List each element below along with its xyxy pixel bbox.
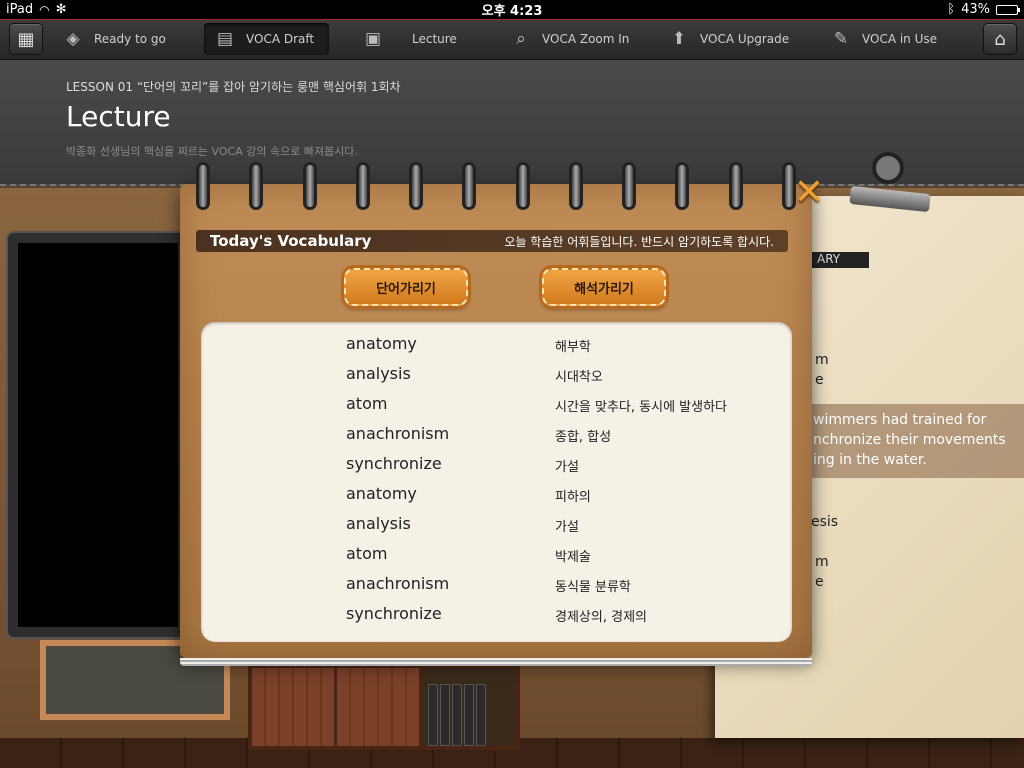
list-item: anachronism 종합, 합성 — [201, 418, 792, 448]
activity-spinner-icon: ✻ — [55, 2, 67, 17]
vocabulary-notebook: ✕ Today's Vocabulary 오늘 학습한 어휘들입니다. 반드시 … — [180, 162, 824, 666]
toolbar-item-voca-upgrade[interactable]: ⬆ VOCA Upgrade — [658, 23, 799, 55]
home-button[interactable]: ⌂ — [983, 23, 1017, 55]
binder-clip — [844, 152, 931, 222]
toolbar-item-voca-zoom-in[interactable]: ⌕ VOCA Zoom In — [500, 23, 639, 55]
close-button[interactable]: ✕ — [792, 175, 826, 211]
vocab-word: atom — [346, 544, 388, 563]
toolbar-item-label: Lecture — [412, 32, 457, 46]
vocab-word: anachronism — [346, 424, 450, 443]
vocab-word: analysis — [346, 514, 411, 533]
list-item: anatomy 해부학 — [201, 328, 792, 358]
top-toolbar: ▦ ◈ Ready to go ▤ VOCA Draft ▣ Lecture ⌕… — [0, 20, 1024, 60]
list-item: atom 박제술 — [201, 538, 792, 568]
bluetooth-icon: ᛒ — [947, 2, 956, 17]
lesson-description: 박종화 선생님의 핵심을 찌르는 VOCA 강의 속으로 빠져봅시다. — [66, 145, 358, 158]
toolbar-item-lecture[interactable]: ▣ Lecture — [352, 23, 467, 55]
sheet-header-bar: ARY — [811, 252, 869, 268]
vocab-word: anatomy — [346, 334, 417, 353]
toolbar-item-ready-to-go[interactable]: ◈ Ready to go — [52, 23, 176, 55]
vocab-meaning: 가설 — [555, 520, 579, 535]
page-title: Lecture — [66, 100, 171, 133]
vocab-meaning: 경제상의, 경제의 — [555, 610, 647, 625]
vocab-word: anachronism — [346, 574, 450, 593]
magnifier-icon: ⌕ — [516, 29, 526, 49]
spiral-binding — [196, 162, 796, 210]
grid-icon: ▦ — [17, 28, 35, 50]
vocab-meaning: 종합, 합성 — [555, 430, 612, 445]
hide-meanings-button[interactable]: 해석가리기 — [542, 268, 666, 306]
vocab-meaning: 동식물 분류학 — [555, 580, 631, 595]
sheet-word: e — [815, 372, 824, 388]
list-item: synchronize 경제상의, 경제의 — [201, 598, 792, 628]
vocab-meaning: 시간을 맞추다, 동시에 발생하다 — [555, 400, 728, 415]
list-item: analysis 가설 — [201, 508, 792, 538]
sheet-example-box: wimmers had trained for nchronize their … — [805, 404, 1024, 478]
toolbar-item-label: Ready to go — [94, 32, 166, 46]
vocabulary-title: Today's Vocabulary — [210, 232, 372, 250]
vocab-word: analysis — [346, 364, 411, 383]
upgrade-icon: ⬆ — [671, 29, 687, 49]
vocab-meaning: 해부학 — [555, 340, 591, 355]
toolbar-item-voca-in-use[interactable]: ✎ VOCA in Use — [820, 23, 947, 55]
document-icon: ▤ — [216, 29, 234, 49]
sheet-word: m — [815, 554, 829, 570]
list-item: synchronize 가설 — [201, 448, 792, 478]
slides-icon: ▣ — [364, 29, 382, 49]
list-item: atom 시간을 맞추다, 동시에 발생하다 — [201, 388, 792, 418]
toolbar-item-label: VOCA Draft — [246, 32, 315, 46]
home-icon: ⌂ — [994, 28, 1006, 50]
list-item: anachronism 동식물 분류학 — [201, 568, 792, 598]
sheet-word: esis — [811, 514, 839, 530]
battery-icon — [996, 4, 1020, 15]
shelf-cell — [337, 668, 422, 746]
bookshelf — [248, 664, 520, 750]
vocabulary-subtitle: 오늘 학습한 어휘들입니다. 반드시 암기하도록 합시다. — [504, 234, 774, 249]
toolbar-item-voca-draft[interactable]: ▤ VOCA Draft — [204, 23, 329, 55]
pencil-icon: ✎ — [833, 29, 849, 49]
lesson-label: LESSON 01 “단어의 꼬리”를 잡아 암기하는 룽맨 핵심어휘 1회차 — [66, 80, 401, 94]
vocabulary-title-bar: Today's Vocabulary 오늘 학습한 어휘들입니다. 반드시 암기… — [196, 230, 788, 252]
vocab-word: atom — [346, 394, 388, 413]
vocab-meaning: 박제술 — [555, 550, 591, 565]
status-bar: iPad ◠ ✻ 오후 4:23 ᛒ 43% — [0, 0, 1024, 20]
vocabulary-list: anatomy 해부학 analysis 시대착오 atom 시간을 맞추다, … — [201, 322, 792, 642]
sheet-word: e — [815, 574, 824, 590]
cube-icon: ◈ — [66, 29, 80, 49]
vocab-word: synchronize — [346, 454, 442, 473]
vocab-meaning: 시대착오 — [555, 370, 603, 385]
device-label: iPad — [6, 2, 34, 17]
vocab-word: anatomy — [346, 484, 417, 503]
vocab-meaning: 가설 — [555, 460, 579, 475]
toolbar-item-label: VOCA in Use — [862, 32, 938, 46]
battery-percent: 43% — [961, 2, 990, 17]
video-board[interactable] — [8, 233, 188, 637]
grid-menu-button[interactable]: ▦ — [9, 23, 43, 55]
list-item: analysis 시대착오 — [201, 358, 792, 388]
shelf-cell — [252, 668, 337, 746]
list-item: anatomy 피하의 — [201, 478, 792, 508]
vocab-meaning: 피하의 — [555, 490, 591, 505]
clock: 오후 4:23 — [481, 4, 543, 19]
toolbar-item-label: VOCA Upgrade — [700, 32, 790, 46]
sheet-word: m — [815, 352, 829, 368]
vocab-word: synchronize — [346, 604, 442, 623]
shelf-books — [422, 668, 516, 746]
wifi-icon: ◠ — [39, 2, 50, 17]
toolbar-item-label: VOCA Zoom In — [542, 32, 630, 46]
hide-words-button[interactable]: 단어가리기 — [344, 268, 468, 306]
